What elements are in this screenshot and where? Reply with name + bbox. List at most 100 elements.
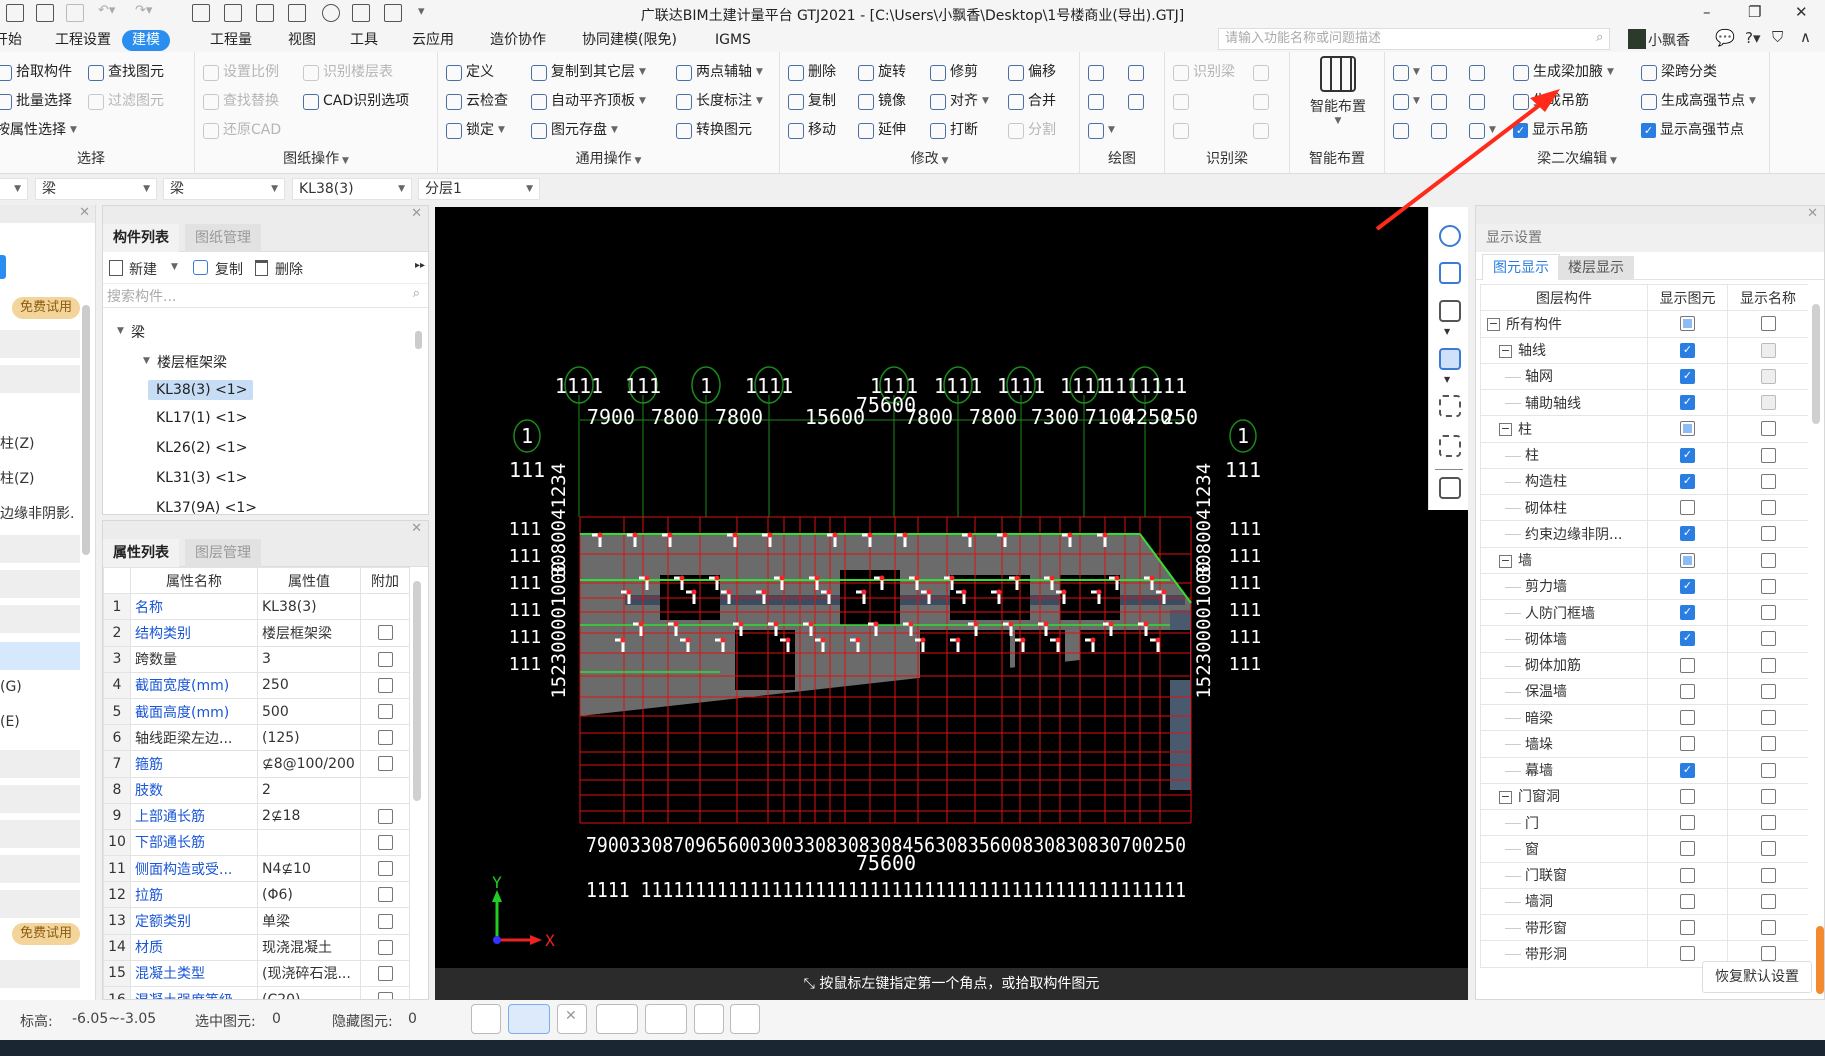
chevron-down-icon[interactable]: ▼ bbox=[756, 87, 763, 116]
show-element-checkbox[interactable]: ✓ bbox=[1680, 631, 1695, 647]
extend-button[interactable]: 延伸 bbox=[858, 116, 906, 145]
property-name[interactable]: 侧面构造或受... bbox=[130, 855, 258, 883]
help-icon[interactable]: ?▾ bbox=[1745, 29, 1761, 47]
property-value[interactable]: 250 bbox=[257, 671, 361, 699]
sidebar-item[interactable] bbox=[0, 960, 80, 988]
collapse-icon[interactable]: − bbox=[1499, 554, 1512, 568]
chevron-down-icon[interactable]: ▼ bbox=[339, 156, 349, 166]
collapse-icon[interactable]: − bbox=[1499, 790, 1512, 804]
search-icon[interactable]: ⌕ bbox=[413, 286, 420, 301]
chevron-down-icon[interactable]: ▼ bbox=[939, 156, 948, 166]
display-settings-icon[interactable] bbox=[1439, 477, 1461, 499]
menu-9[interactable]: 协同建模(限免) bbox=[572, 30, 687, 51]
show-name-checkbox[interactable] bbox=[1760, 710, 1776, 726]
tab-property-list[interactable]: 属性列表 bbox=[103, 539, 179, 567]
angle-button[interactable] bbox=[596, 1004, 638, 1034]
property-value[interactable] bbox=[257, 828, 361, 857]
show-name-checkbox[interactable] bbox=[1760, 657, 1776, 673]
checkbox-checked[interactable]: ✓ bbox=[1641, 123, 1656, 138]
collapse-icon[interactable]: − bbox=[1499, 344, 1512, 358]
copy-button[interactable]: 复制 bbox=[788, 87, 836, 116]
layer-button[interactable] bbox=[694, 1004, 724, 1034]
beam-d-button[interactable] bbox=[1431, 58, 1447, 87]
property-value[interactable]: 2 bbox=[257, 776, 361, 804]
menu-5[interactable]: 视图 bbox=[278, 30, 326, 51]
sidebar-item[interactable]: (E) bbox=[0, 714, 20, 730]
beam-a-button[interactable]: ▼ bbox=[1393, 58, 1420, 87]
collapse-icon[interactable]: − bbox=[1487, 318, 1500, 332]
restore-defaults-button[interactable]: 恢复默认设置 bbox=[1702, 961, 1812, 993]
scrollbar[interactable] bbox=[82, 305, 90, 555]
cad-options-button[interactable]: CAD识别选项 bbox=[303, 87, 409, 116]
property-name[interactable]: 上部通长筋 bbox=[130, 802, 258, 830]
copy-layer-button[interactable]: 复制到其它层 ▼ bbox=[531, 58, 646, 87]
chevron-down-icon[interactable]: ▼ bbox=[498, 116, 505, 145]
ortho-mode-button[interactable] bbox=[471, 1004, 501, 1034]
component-search-input[interactable]: 搜索构件... bbox=[107, 286, 176, 306]
show-name-checkbox[interactable] bbox=[1760, 815, 1776, 831]
chevron-down-icon[interactable]: ▼ bbox=[1749, 87, 1756, 116]
arc-button[interactable]: ▼ bbox=[1088, 116, 1115, 145]
show-element-checkbox[interactable] bbox=[1680, 316, 1695, 332]
show-element-checkbox[interactable]: ✓ bbox=[1680, 526, 1695, 542]
show-element-checkbox[interactable]: ✓ bbox=[1680, 447, 1695, 463]
zoom-box-icon[interactable] bbox=[1439, 435, 1461, 457]
show-name-checkbox[interactable] bbox=[1760, 683, 1776, 699]
show-element-checkbox[interactable] bbox=[1680, 736, 1695, 752]
property-name[interactable]: 截面高度(mm) bbox=[130, 697, 258, 726]
sidebar-item[interactable] bbox=[0, 330, 80, 358]
circle-button[interactable] bbox=[1128, 58, 1144, 87]
extra-checkbox[interactable] bbox=[377, 887, 393, 903]
property-value[interactable]: 2⊈18 bbox=[257, 802, 361, 830]
show-element-checkbox[interactable] bbox=[1680, 815, 1695, 831]
property-name[interactable]: 截面宽度(mm) bbox=[130, 671, 258, 699]
menu-6[interactable]: 工具 bbox=[340, 30, 388, 51]
rotate-button[interactable]: 旋转 bbox=[858, 58, 906, 87]
extra-checkbox[interactable] bbox=[377, 992, 393, 999]
sidebar-item[interactable] bbox=[0, 570, 80, 598]
show-element-checkbox[interactable] bbox=[1680, 500, 1695, 516]
avatar[interactable] bbox=[1628, 29, 1646, 49]
menu-4[interactable]: 工程量 bbox=[200, 30, 262, 51]
extra-checkbox[interactable] bbox=[377, 756, 393, 772]
selector-dropdown-1[interactable]: 梁 ▼ bbox=[35, 178, 157, 200]
tree-item-component[interactable]: KL31(3) <1> bbox=[156, 470, 247, 486]
beam-e-button[interactable] bbox=[1431, 87, 1447, 116]
chevron-down-icon[interactable]: ▼ bbox=[1489, 116, 1496, 145]
extra-checkbox[interactable] bbox=[377, 730, 393, 746]
property-name[interactable]: 定额类别 bbox=[130, 907, 258, 935]
checkbox-checked[interactable]: ✓ bbox=[1513, 123, 1528, 138]
menu-10[interactable]: IGMS bbox=[705, 30, 761, 51]
show-name-checkbox[interactable] bbox=[1760, 762, 1776, 778]
arc-mode-button[interactable] bbox=[730, 1004, 760, 1034]
close-icon[interactable]: ✕ bbox=[411, 521, 422, 536]
show-name-checkbox[interactable] bbox=[1760, 867, 1776, 883]
show-element-checkbox[interactable] bbox=[1680, 893, 1695, 909]
sidebar-item[interactable] bbox=[0, 820, 80, 848]
close-icon[interactable]: ✕ bbox=[1807, 206, 1818, 221]
copy-button[interactable]: 复制 bbox=[215, 259, 243, 279]
extra-checkbox[interactable] bbox=[377, 625, 393, 641]
sidebar-item[interactable]: 柱(Z) bbox=[0, 433, 35, 453]
show-element-checkbox[interactable] bbox=[1680, 683, 1695, 699]
chevron-down-icon[interactable]: ▼ bbox=[1413, 87, 1420, 116]
chevron-down-icon[interactable]: ▼ bbox=[611, 116, 618, 145]
beam-f-button[interactable] bbox=[1431, 116, 1447, 145]
chevron-down-icon[interactable]: ▼ bbox=[639, 58, 646, 87]
show-element-checkbox[interactable]: ✓ bbox=[1680, 395, 1695, 411]
show-toggle-checkbox[interactable]: ✓ 显示吊筋 bbox=[1513, 116, 1614, 145]
sidebar-item[interactable] bbox=[0, 750, 80, 778]
property-value[interactable]: 单梁 bbox=[257, 907, 361, 935]
property-name[interactable]: 结构类别 bbox=[130, 619, 258, 647]
show-element-checkbox[interactable] bbox=[1680, 946, 1695, 962]
restore-button[interactable]: ❐ bbox=[1748, 3, 1761, 21]
menu-2[interactable]: 工程设置 bbox=[45, 30, 121, 51]
scrollbar[interactable] bbox=[415, 331, 422, 349]
snap-mode-button[interactable] bbox=[508, 1004, 550, 1034]
tree-item-component[interactable]: KL17(1) <1> bbox=[156, 410, 247, 426]
show-name-checkbox[interactable] bbox=[1760, 316, 1776, 332]
define-button[interactable]: 定义 bbox=[446, 58, 508, 87]
chat-icon[interactable]: 💬 bbox=[1715, 28, 1735, 47]
chevron-down-icon[interactable]: ▼ bbox=[70, 116, 77, 145]
按属性选择-button[interactable]: 按属性选择 ▼ bbox=[0, 116, 77, 145]
